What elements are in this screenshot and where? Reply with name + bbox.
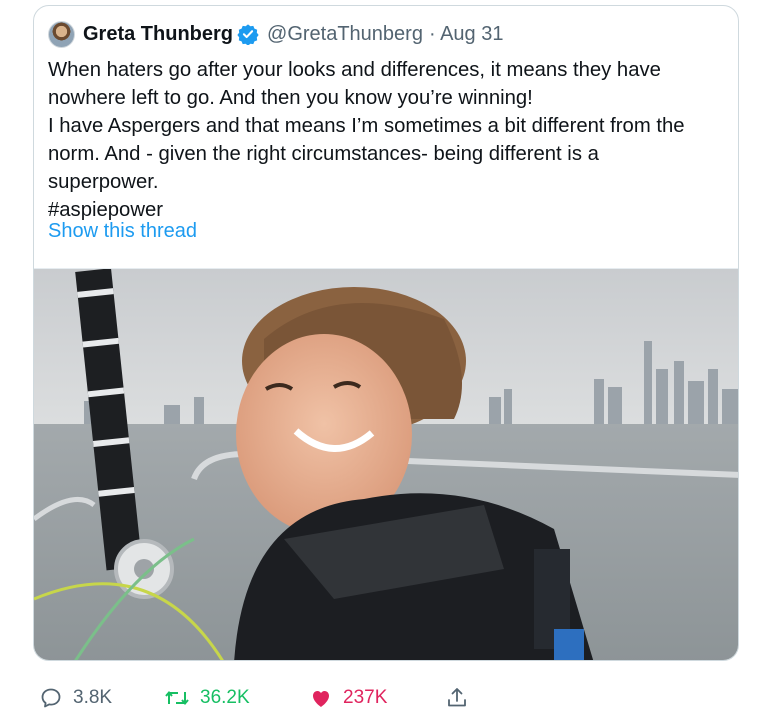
- retweet-icon: [165, 690, 189, 706]
- avatar[interactable]: [48, 20, 75, 48]
- tweet-header: Greta Thunberg @GretaThunberg · Aug 31: [48, 20, 503, 48]
- like-icon: [313, 691, 329, 707]
- reply-icon: [41, 688, 61, 708]
- share-icon: [448, 688, 466, 707]
- share-button[interactable]: [445, 683, 469, 713]
- tweet-date[interactable]: · Aug 31: [429, 23, 504, 46]
- verified-badge-icon: [237, 23, 259, 45]
- like-button[interactable]: 237K: [309, 683, 387, 713]
- tweet-actions: 3.8K 36.2K 237K: [33, 683, 473, 713]
- reply-button[interactable]: 3.8K: [39, 683, 112, 713]
- tweet-photo[interactable]: [34, 268, 738, 660]
- author-handle[interactable]: @GretaThunberg: [267, 23, 423, 46]
- retweet-button[interactable]: 36.2K: [164, 683, 250, 713]
- reply-count: 3.8K: [73, 687, 113, 708]
- retweet-count: 36.2K: [200, 687, 250, 708]
- author-name[interactable]: Greta Thunberg: [83, 23, 233, 46]
- tweet-card[interactable]: Greta Thunberg @GretaThunberg · Aug 31 W…: [33, 5, 739, 661]
- show-thread-link[interactable]: Show this thread: [48, 220, 197, 243]
- like-count: 237K: [343, 687, 388, 708]
- tweet-text: When haters go after your looks and diff…: [48, 59, 685, 221]
